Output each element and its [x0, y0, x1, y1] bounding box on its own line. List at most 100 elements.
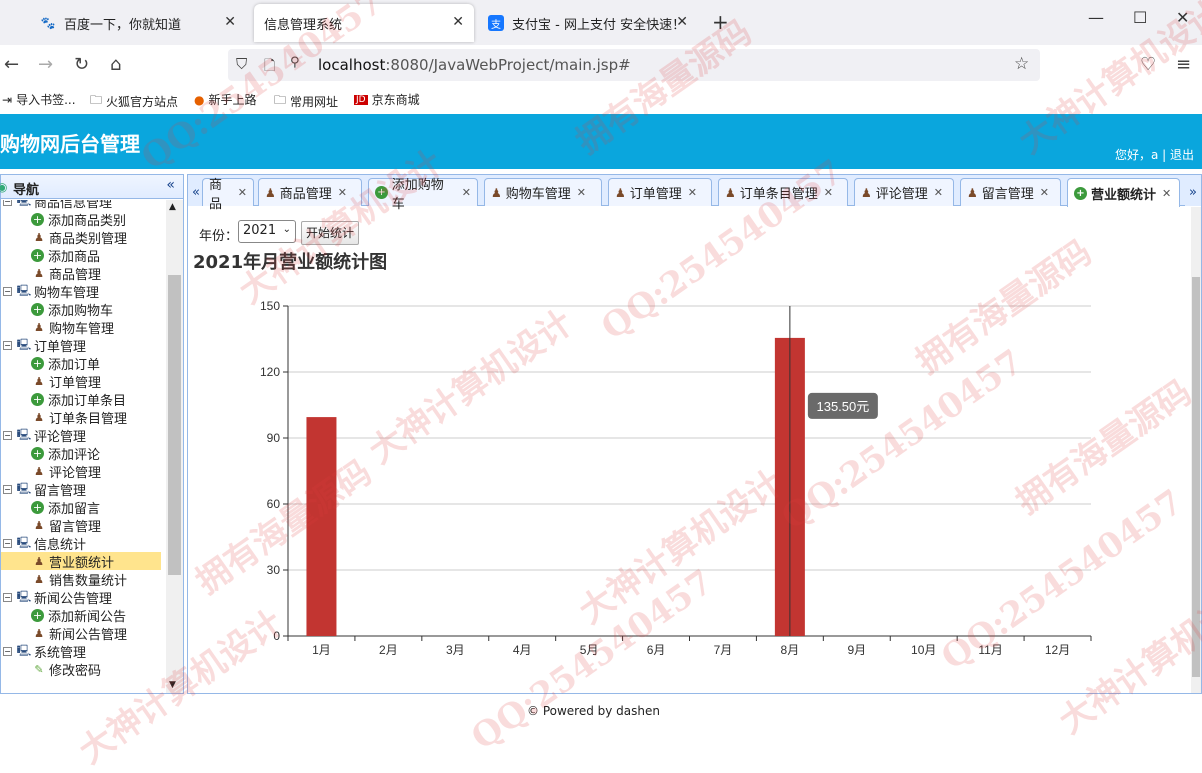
scroll-down-icon[interactable]: ▼ [169, 680, 176, 690]
new-tab-icon[interactable]: + [712, 10, 729, 34]
collapse-icon[interactable]: « [166, 177, 175, 193]
nav-item-label: 添加商品类别 [48, 213, 127, 229]
nav-item[interactable]: + 添加评论 [31, 444, 100, 463]
nav-item[interactable]: + 添加订单条目 [31, 390, 126, 409]
collapse-toggle-icon[interactable]: − [3, 592, 12, 602]
scroll-thumb[interactable] [168, 275, 181, 575]
nav-item[interactable]: ♟ 新闻公告管理 [31, 624, 128, 643]
tooltip-text: 135.50元 [816, 399, 869, 414]
nav-item[interactable]: ♟ 购物车管理 [31, 318, 115, 337]
nav-item[interactable]: + 添加留言 [31, 498, 100, 517]
collapse-toggle-icon[interactable]: − [3, 286, 12, 296]
browser-tab-alipay[interactable]: 支 支付宝 - 网上支付 安全快速！ ✕ [478, 4, 698, 42]
reload-icon[interactable]: ↻ [74, 54, 89, 75]
scroll-thumb[interactable] [1192, 277, 1200, 677]
content-tab-label: 订单管理 [629, 187, 682, 202]
content-tab[interactable]: ♟ 订单管理 ✕ [608, 178, 712, 206]
nav-icon: ◉ [0, 180, 8, 194]
content-tab[interactable]: ♟ 购物车管理 ✕ [484, 178, 602, 206]
home-icon[interactable]: ⌂ [110, 54, 121, 75]
content-tab[interactable]: ♟ 留言管理 ✕ [960, 178, 1061, 206]
nav-group[interactable]: − 🖳 信息统计 [3, 534, 86, 553]
browser-tab-baidu[interactable]: 🐾 百度一下，你就知道 ✕ [30, 4, 246, 42]
nav-group[interactable]: − 🖳 留言管理 [3, 480, 86, 499]
scroll-up-icon[interactable]: ▲ [169, 202, 176, 212]
close-icon[interactable]: ✕ [452, 14, 464, 30]
nav-scrollbar[interactable]: ▲ ▼ [166, 200, 183, 693]
nav-item[interactable]: ✎ 修改密码 [31, 660, 101, 679]
nav-item[interactable]: + 添加商品类别 [31, 210, 127, 229]
collapse-toggle-icon[interactable]: − [3, 340, 12, 350]
computer-icon: 🖳 [16, 589, 32, 603]
nav-group[interactable]: − 🖳 系统管理 [3, 642, 86, 661]
collapse-toggle-icon[interactable]: − [3, 484, 12, 494]
close-icon[interactable]: ✕ [462, 186, 471, 199]
y-tick-label: 150 [260, 299, 280, 313]
tabs-scroll-right-icon[interactable]: » [1185, 178, 1201, 206]
close-icon[interactable]: ✕ [824, 186, 833, 199]
collapse-toggle-icon[interactable]: − [3, 200, 12, 206]
menu-icon[interactable]: ≡ [1176, 54, 1191, 75]
nav-item[interactable]: ♟ 销售数量统计 [31, 570, 127, 589]
bookmark-jd[interactable]: JD 京东商城 [354, 91, 420, 108]
close-icon[interactable]: ✕ [224, 14, 236, 30]
pocket-icon[interactable]: ♡ [1140, 54, 1156, 75]
nav-group[interactable]: − 🖳 订单管理 [3, 336, 86, 355]
bookmark-getting-started[interactable]: ● 新手上路 [194, 91, 257, 108]
content-tab[interactable]: ♟ 评论管理 ✕ [854, 178, 954, 206]
close-window-icon[interactable]: ✕ [1176, 8, 1189, 27]
nav-item-label: 购物车管理 [49, 321, 115, 337]
add-icon: + [31, 446, 44, 460]
nav-item[interactable]: + 添加商品 [31, 246, 100, 265]
close-icon[interactable]: ✕ [1162, 187, 1171, 200]
bookmark-common-sites[interactable]: 🗀 常用网址 [274, 91, 338, 112]
close-icon[interactable]: ✕ [1040, 186, 1049, 199]
nav-item[interactable]: + 添加购物车 [31, 300, 113, 319]
url-bar[interactable]: ⛉ 🗋 ⚲ localhost:8080/JavaWebProject/main… [228, 49, 1040, 81]
content-tab[interactable]: + 添加购物车 ✕ [368, 178, 478, 212]
nav-item[interactable]: + 添加订单 [31, 354, 100, 373]
close-icon[interactable]: ✕ [577, 186, 586, 199]
close-icon[interactable]: ✕ [934, 186, 943, 199]
user-icon: ♟ [34, 626, 44, 640]
collapse-toggle-icon[interactable]: − [3, 538, 12, 548]
content-scrollbar[interactable] [1191, 207, 1201, 693]
y-tick-label: 120 [260, 365, 280, 379]
nav-item[interactable]: ♟ 营业额统计 [1, 552, 161, 571]
bookmark-star-icon[interactable]: ☆ [1014, 54, 1029, 74]
content-tab[interactable]: ♟ 商品管理 ✕ [258, 178, 362, 206]
logout-link[interactable]: 退出 [1170, 148, 1194, 162]
url-text[interactable]: localhost:8080/JavaWebProject/main.jsp# [318, 56, 631, 74]
nav-item[interactable]: ♟ 留言管理 [31, 516, 101, 535]
back-icon[interactable]: ← [4, 54, 19, 75]
maximize-icon[interactable]: ☐ [1133, 8, 1147, 27]
close-icon[interactable]: ✕ [688, 186, 697, 199]
close-icon[interactable]: ✕ [676, 14, 688, 30]
nav-item[interactable]: ♟ 订单条目管理 [31, 408, 127, 427]
bookmark-import[interactable]: ⇥ 导入书签... [2, 91, 76, 108]
nav-group[interactable]: − 🖳 新闻公告管理 [3, 588, 112, 607]
nav-item-label: 新闻公告管理 [49, 627, 128, 643]
nav-item[interactable]: ♟ 订单管理 [31, 372, 101, 391]
collapse-toggle-icon[interactable]: − [3, 430, 12, 440]
nav-item[interactable]: ♟ 商品管理 [31, 264, 101, 283]
nav-item[interactable]: ♟ 商品类别管理 [31, 228, 127, 247]
content-tab[interactable]: ♟ 订单条目管理 ✕ [718, 178, 848, 206]
close-icon[interactable]: ✕ [238, 186, 247, 199]
nav-item-label: 营业额统计 [49, 555, 115, 571]
nav-group[interactable]: − 🖳 商品信息管理 [3, 200, 112, 211]
y-tick-label: 90 [267, 431, 281, 445]
close-icon[interactable]: ✕ [338, 186, 347, 199]
bookmark-firefox-site[interactable]: 🗀 火狐官方站点 [90, 91, 178, 112]
nav-item[interactable]: ♟ 评论管理 [31, 462, 101, 481]
content-tab[interactable]: + 营业额统计 ✕ [1067, 178, 1180, 207]
collapse-toggle-icon[interactable]: − [3, 646, 12, 656]
content-tab[interactable]: 商品 ✕ [202, 178, 254, 212]
minimize-icon[interactable]: — [1088, 8, 1104, 27]
forward-icon[interactable]: → [38, 54, 53, 75]
nav-group[interactable]: − 🖳 评论管理 [3, 426, 86, 445]
add-icon: + [31, 392, 44, 406]
browser-tab-info[interactable]: 信息管理系统 ✕ [254, 4, 474, 42]
nav-group[interactable]: − 🖳 购物车管理 [3, 282, 99, 301]
nav-item[interactable]: + 添加新闻公告 [31, 606, 126, 625]
